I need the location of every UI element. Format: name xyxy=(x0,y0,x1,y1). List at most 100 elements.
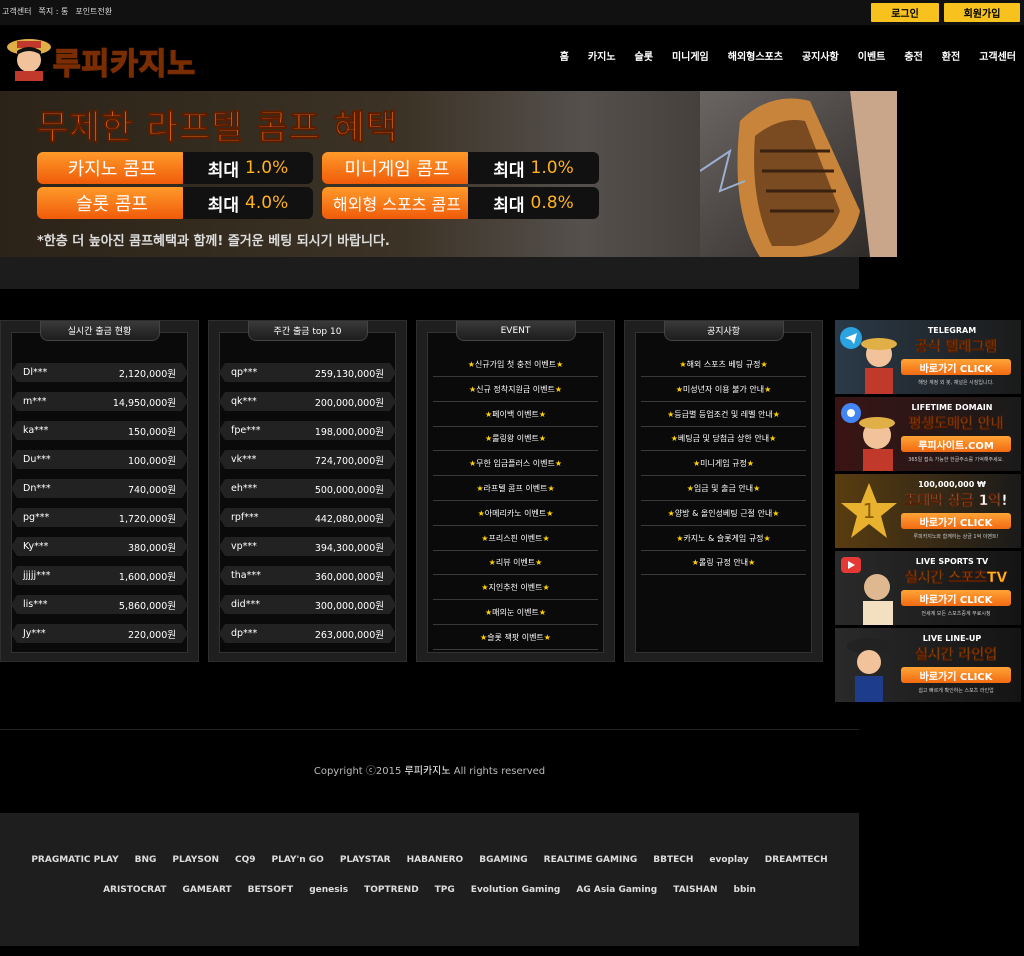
nav-minigame[interactable]: 미니게임 xyxy=(672,48,709,63)
star-icon: ★ xyxy=(772,409,780,419)
point-exchange-link[interactable]: 포인트전환 xyxy=(75,6,112,17)
domain-banner[interactable]: LIFETIME DOMAIN 평생도메인 안내 루피사이트.COM 365일 … xyxy=(835,397,1021,471)
list-item[interactable]: ★ 슬롯 잭팟 이벤트 ★ xyxy=(433,626,598,650)
row-user: Ky*** xyxy=(23,541,49,552)
logo[interactable]: 루피카지노 xyxy=(5,33,223,83)
banner-button[interactable]: 바로가기 CLICK xyxy=(901,667,1011,683)
comp-label: 슬롯 콤프 xyxy=(37,187,187,219)
banner-head: LIVE LINE-UP xyxy=(922,634,982,643)
list-item[interactable]: ★ 등급별 등업조건 및 레벨 안내 ★ xyxy=(641,403,806,427)
provider-logo: REALTIME GAMING xyxy=(543,855,638,865)
list-item[interactable]: ★ 입금 및 출금 안내 ★ xyxy=(641,477,806,501)
row-amount: 360,000,000원 xyxy=(314,571,384,583)
list-item[interactable]: ★ 미니게임 규정 ★ xyxy=(641,452,806,477)
comp-pct: 1.0% xyxy=(530,158,574,178)
provider-logo: BNG xyxy=(134,855,157,865)
nav-customer-center[interactable]: 고객센터 xyxy=(979,48,1016,63)
banner-button[interactable]: 루피사이트.COM xyxy=(901,436,1011,452)
copyright-suffix: All rights reserved xyxy=(453,766,546,777)
comp-label: 미니게임 콤프 xyxy=(322,152,472,184)
list-item[interactable]: ★ 페이백 이벤트 ★ xyxy=(433,403,598,427)
table-row: Jy*** 220,000원 xyxy=(11,624,188,643)
table-row: eh*** 500,000,000원 xyxy=(219,479,396,498)
header: 루피카지노 홈 카지노 슬롯 미니게임 해외형스포츠 공지사항 이벤트 충전 환… xyxy=(0,25,1024,87)
list-item[interactable]: ★ 아메리카노 이벤트 ★ xyxy=(433,502,598,526)
row-amount: 198,000,000원 xyxy=(314,426,384,438)
list-item-label: 미성년자 이용 불가 안내 xyxy=(682,384,765,394)
login-button[interactable]: 로그인 xyxy=(871,3,939,22)
table-row: Du*** 100,000원 xyxy=(11,450,188,469)
lineup-banner[interactable]: LIVE LINE-UP 실시간 라인업 바로가기 CLICK 쉽고 빠르게 확… xyxy=(835,628,1021,702)
list-item[interactable]: ★ 라프텔 콤프 이벤트 ★ xyxy=(433,477,598,501)
banner-band xyxy=(0,257,859,289)
jackpot-banner[interactable]: 1 100,000,000 ₩ 초대박 상금 1억! 바로가기 CLICK 루피… xyxy=(835,474,1021,548)
star-icon: ★ xyxy=(746,459,755,469)
register-button[interactable]: 회원가입 xyxy=(944,3,1020,22)
telegram-banner[interactable]: TELEGRAM 공식 텔레그램 바로가기 CLICK 해당 계정 외 봇, 채… xyxy=(835,320,1021,394)
list-item[interactable]: ★ 무한 입금플러스 이벤트 ★ xyxy=(433,452,598,477)
list-item[interactable]: ★ 룰링왕 이벤트 ★ xyxy=(433,427,598,452)
row-amount: 394,300,000원 xyxy=(314,542,384,554)
banner-button[interactable]: 바로가기 CLICK xyxy=(901,590,1011,606)
nav-event[interactable]: 이벤트 xyxy=(858,48,886,63)
nav-deposit[interactable]: 충전 xyxy=(904,48,922,63)
list-item[interactable]: ★ 프리스핀 이벤트 ★ xyxy=(433,527,598,551)
list-item-label: 신규 정착지원금 이벤트 xyxy=(476,384,555,394)
provider-logo: Evolution Gaming xyxy=(470,885,561,895)
star-icon: ★ xyxy=(542,583,550,593)
star-icon: ★ xyxy=(538,608,547,617)
table-row: did*** 300,000,000원 xyxy=(219,595,396,614)
nav-slot[interactable]: 슬롯 xyxy=(635,48,653,63)
banner-button[interactable]: 바로가기 CLICK xyxy=(901,513,1011,529)
comp-value: 최대 0.8% xyxy=(468,187,599,219)
row-user: vp*** xyxy=(231,541,257,552)
nav-casino[interactable]: 카지노 xyxy=(588,48,616,63)
list-item[interactable]: ★ 지인추천 이벤트 ★ xyxy=(433,576,598,601)
nav-withdraw[interactable]: 환전 xyxy=(942,48,960,63)
provider-logo: PRAGMATIC PLAY xyxy=(31,855,119,865)
list-item[interactable]: ★ 매의눈 이벤트 ★ xyxy=(433,601,598,625)
table-row: Dn*** 740,000원 xyxy=(11,479,188,498)
comp-label: 해외형 스포츠 콤프 xyxy=(322,187,472,219)
comp-prefix: 최대 xyxy=(207,195,240,216)
list-item[interactable]: ★ 해외 스포츠 베팅 규정 ★ xyxy=(641,353,806,377)
row-user: lis*** xyxy=(23,599,48,610)
star-icon: ★ xyxy=(468,384,477,394)
list-item[interactable]: ★ 리뷰 이벤트 ★ xyxy=(433,551,598,576)
row-amount: 1,600,000원 xyxy=(118,571,176,583)
nav-notice[interactable]: 공지사항 xyxy=(802,48,839,63)
comp-pct: 1.0% xyxy=(245,158,289,178)
comp-sports: 해외형 스포츠 콤프 최대 0.8% xyxy=(322,187,599,219)
comp-value: 최대 4.0% xyxy=(183,187,313,219)
list-item[interactable]: ★ 카지노 & 슬롯게임 규정 ★ xyxy=(641,527,806,551)
list-item[interactable]: ★ 양방 & 올인성베팅 근절 안내 ★ xyxy=(641,502,806,526)
list-item[interactable]: ★ 신규 정착지원금 이벤트 ★ xyxy=(433,378,598,402)
list-item[interactable]: ★ 미성년자 이용 불가 안내 ★ xyxy=(641,378,806,402)
star-icon: ★ xyxy=(763,533,771,543)
star-icon: ★ xyxy=(484,409,493,419)
sports-tv-banner[interactable]: LIVE SPORTS TV 실시간 스포츠TV 바로가기 CLICK 전세계 … xyxy=(835,551,1021,625)
list-item-label: 룰링왕 이벤트 xyxy=(492,434,539,444)
list-item-label: 등급별 등업조건 및 레벨 안내 xyxy=(674,409,773,419)
list-item[interactable]: ★ 롤링 규정 안내 ★ xyxy=(641,551,806,576)
banner-head: 100,000,000 ₩ xyxy=(918,480,986,489)
star-icon: ★ xyxy=(667,409,675,419)
row-amount: 300,000,000원 xyxy=(314,600,384,612)
provider-logo: BETSOFT xyxy=(247,885,294,895)
star-icon: ★ xyxy=(480,632,488,642)
comp-casino: 카지노 콤프 최대 1.0% xyxy=(37,152,313,184)
provider-logo: CQ9 xyxy=(235,855,256,865)
provider-logo: TAISHAN xyxy=(673,885,718,895)
row-user: Du*** xyxy=(23,454,51,465)
nav-sports[interactable]: 해외형스포츠 xyxy=(728,48,783,63)
banner-button[interactable]: 바로가기 CLICK xyxy=(901,359,1011,375)
table-row: Dl*** 2,120,000원 xyxy=(11,363,188,382)
nav-home[interactable]: 홈 xyxy=(560,48,569,63)
customer-center-link[interactable]: 고객센터 xyxy=(2,6,31,17)
list-item[interactable]: ★ 신규가입 첫 충전 이벤트 ★ xyxy=(433,353,598,377)
messages-link[interactable]: 쪽지 : 통 xyxy=(38,6,68,17)
row-amount: 2,120,000원 xyxy=(118,368,176,380)
row-amount: 442,080,000원 xyxy=(314,513,384,525)
list-item-label: 양방 & 올인성베팅 근절 안내 xyxy=(674,508,773,518)
list-item[interactable]: ★ 베팅금 및 당첨금 상한 안내 ★ xyxy=(641,427,806,452)
